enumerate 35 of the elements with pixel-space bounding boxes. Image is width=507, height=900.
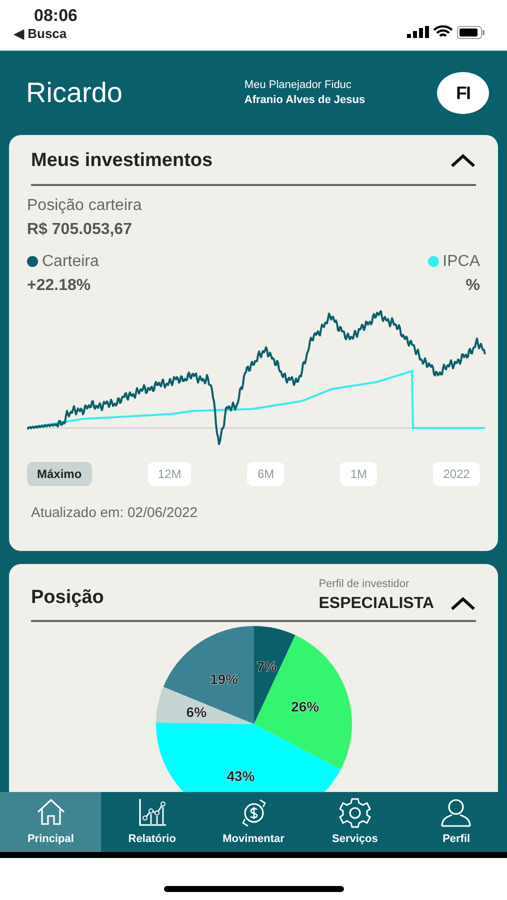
user-name: Ricardo: [26, 76, 122, 110]
signal-icon: [407, 26, 429, 38]
settings-icon: [338, 796, 372, 828]
logo[interactable]: FI: [437, 72, 489, 114]
updated-date: Atualizado em: 02/06/2022: [30, 502, 199, 522]
slice-label: 6%: [186, 704, 206, 720]
legend-value: %: [464, 276, 480, 296]
slice-label: 7%: [256, 658, 276, 675]
slice-label: 26%: [290, 698, 319, 715]
collapse-icon[interactable]: [450, 154, 476, 168]
legend-value: +22.18%: [27, 276, 92, 296]
profile-label: Perfil de investidor: [318, 576, 410, 592]
user-icon: [439, 796, 474, 828]
nav-tab[interactable]: Principal: [0, 792, 102, 852]
card-title: Meus investimentos: [31, 149, 213, 173]
position-label: Posição carteira: [27, 196, 143, 216]
planner-name: Afranio Alves de Jesus: [244, 93, 366, 108]
status-time: 08:06: [33, 6, 78, 26]
period-tab[interactable]: Máximo: [27, 462, 92, 486]
nav-tab[interactable]: Relatório: [101, 792, 203, 852]
slice-label: 43%: [226, 768, 254, 784]
wifi-icon: [433, 25, 453, 39]
back-link[interactable]: ◀ Busca: [14, 26, 78, 42]
nav-tab[interactable]: Serviços: [304, 792, 406, 852]
profile-value: ESPECIALISTA: [318, 594, 434, 614]
slice-label: 19%: [209, 671, 238, 688]
position-value: R$ 705.053,67: [27, 220, 133, 240]
collapse-icon[interactable]: [450, 596, 476, 611]
legend-label: Carteira: [42, 252, 99, 272]
nav-tab[interactable]: Perfil: [406, 792, 507, 852]
nav-tab[interactable]: Movimentar: [202, 792, 304, 852]
battery-icon: [457, 26, 485, 38]
legend-label: IPCA: [442, 252, 480, 272]
card-title: Posição: [31, 586, 104, 610]
planner-label: Meu Planejador Fiduc: [244, 78, 352, 93]
